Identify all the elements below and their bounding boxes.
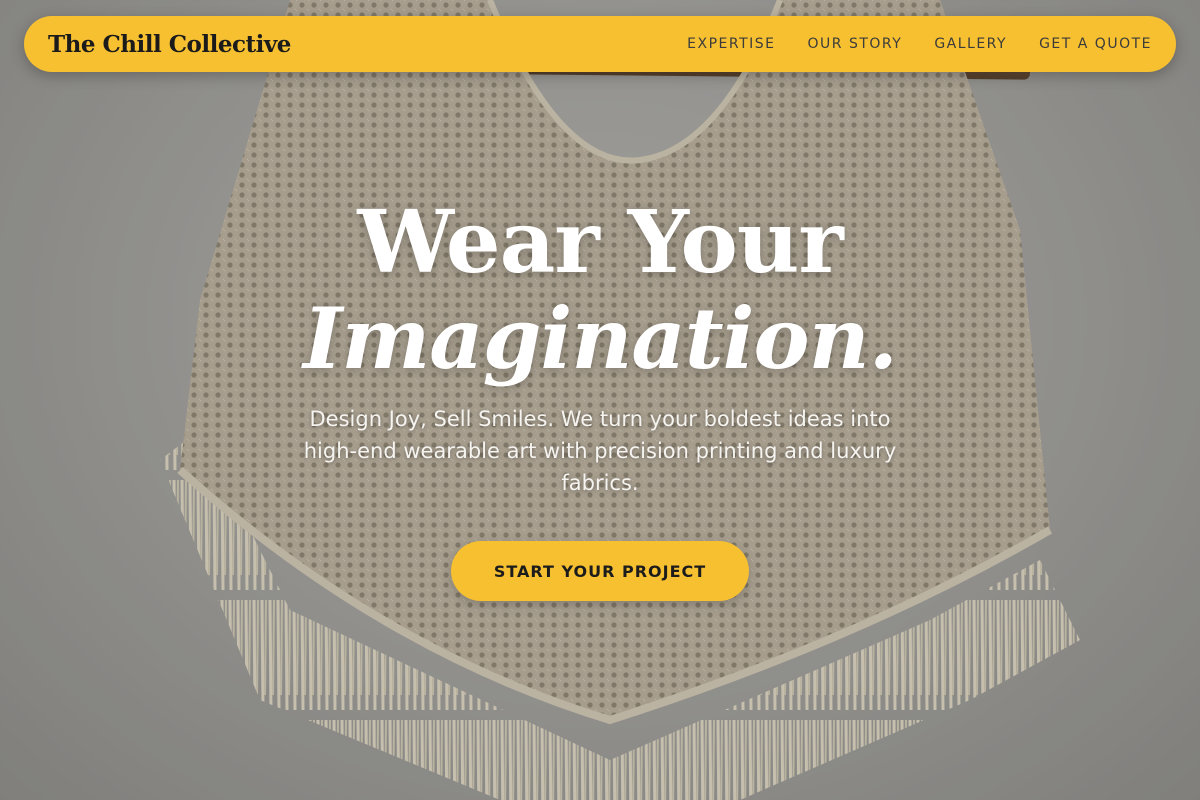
nav-link-our-story[interactable]: OUR STORY [808, 36, 903, 52]
nav-link-get-a-quote[interactable]: GET A QUOTE [1039, 36, 1152, 52]
nav-links: EXPERTISE OUR STORY GALLERY GET A QUOTE [687, 36, 1152, 52]
hero-content: Wear Your Imagination. Design Joy, Sell … [0, 195, 1200, 601]
hero-section: The Chill Collective EXPERTISE OUR STORY… [0, 0, 1200, 800]
top-nav-bar: The Chill Collective EXPERTISE OUR STORY… [24, 16, 1176, 72]
brand-logo[interactable]: The Chill Collective [48, 31, 291, 58]
nav-link-expertise[interactable]: EXPERTISE [687, 36, 775, 52]
nav-link-gallery[interactable]: GALLERY [934, 36, 1007, 52]
start-project-button[interactable]: START YOUR PROJECT [451, 541, 749, 601]
headline-line-1: Wear Your [357, 192, 843, 293]
headline-line-2: Imagination. [303, 289, 898, 388]
hero-subtext: Design Joy, Sell Smiles. We turn your bo… [303, 407, 897, 495]
hero-headline: Wear Your Imagination. [0, 195, 1200, 387]
